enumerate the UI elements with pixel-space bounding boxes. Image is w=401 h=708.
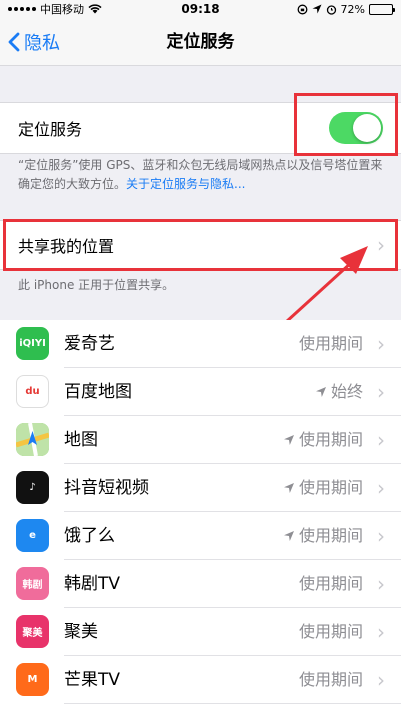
chevron-left-icon <box>8 32 20 52</box>
douyin-icon: ♪ <box>16 471 49 504</box>
app-location-permission: 使用期间 <box>299 608 363 656</box>
chevron-right-icon: › <box>377 380 385 404</box>
app-row[interactable]: 地图 使用期间 › <box>0 416 401 464</box>
app-location-permission: 始终 <box>315 368 363 416</box>
app-status-text: 使用期间 <box>298 574 363 593</box>
app-name: 百度地图 <box>64 382 132 402</box>
battery-icon <box>369 3 395 15</box>
app-row[interactable]: iQIYI 爱奇艺 使用期间 › <box>0 320 401 368</box>
back-button[interactable]: 隐私 <box>8 18 60 66</box>
page-title: 定位服务 <box>166 32 235 52</box>
app-row[interactable]: M 芒果TV 使用期间 › <box>0 656 401 704</box>
app-row[interactable]: e 饿了么 使用期间 › <box>0 512 401 560</box>
jumei-icon: 聚美 <box>16 615 49 648</box>
baidu-map-icon: du <box>16 375 49 408</box>
app-name: 爱奇艺 <box>64 334 115 354</box>
app-row[interactable]: ♪ 抖音短视频 使用期间 › <box>0 464 401 512</box>
back-button-label: 隐私 <box>24 33 60 54</box>
location-arrow-icon <box>283 531 294 541</box>
app-location-permission: 使用期间 <box>283 512 363 560</box>
chevron-right-icon: › <box>377 476 385 500</box>
share-location-footnote: 此 iPhone 正用于位置共享。 <box>18 278 175 292</box>
hanjutv-icon: 韩剧 <box>16 567 49 600</box>
app-status-text: 使用期间 <box>298 430 363 449</box>
location-arrow-icon <box>283 435 294 445</box>
app-status-text: 使用期间 <box>298 526 363 545</box>
app-row[interactable]: du 百度地图 始终 › <box>0 368 401 416</box>
location-services-label: 定位服务 <box>18 120 83 139</box>
maps-icon <box>16 423 49 456</box>
app-name: 地图 <box>64 430 98 450</box>
chevron-right-icon: › <box>377 572 385 596</box>
chevron-right-icon: › <box>377 668 385 692</box>
app-name: 饿了么 <box>64 526 115 546</box>
app-location-permission: 使用期间 <box>283 416 363 464</box>
battery-percentage: 72% <box>340 2 365 16</box>
app-name: 韩剧TV <box>64 574 121 594</box>
app-name: 抖音短视频 <box>64 478 149 498</box>
app-row[interactable]: 聚美 聚美 使用期间 › <box>0 608 401 656</box>
chevron-right-icon: › <box>377 620 385 644</box>
location-arrow-icon <box>312 4 322 14</box>
navigation-bar: 隐私 定位服务 <box>0 18 401 66</box>
rotation-lock-icon <box>297 4 307 14</box>
status-bar: 中国移动 09:18 72% <box>0 0 401 18</box>
carrier-name: 中国移动 <box>40 3 84 16</box>
signal-strength-icon <box>8 7 36 11</box>
app-name: 芒果TV <box>64 670 121 690</box>
row-separator <box>64 703 401 704</box>
app-status-text: 始终 <box>330 382 363 401</box>
location-arrow-icon <box>315 387 326 397</box>
chevron-right-icon: › <box>377 332 385 356</box>
app-location-permission: 使用期间 <box>299 560 363 608</box>
chevron-right-icon: › <box>377 524 385 548</box>
wifi-icon <box>88 4 102 14</box>
app-status-text: 使用期间 <box>298 334 363 353</box>
app-status-text: 使用期间 <box>298 670 363 689</box>
app-status-text: 使用期间 <box>298 622 363 641</box>
eleme-icon: e <box>16 519 49 552</box>
location-services-description: “定位服务”使用 GPS、蓝牙和众包无线局域网热点以及信号塔位置来确定您的大致方… <box>18 156 383 194</box>
alarm-icon <box>326 4 336 15</box>
chevron-right-icon: › <box>377 428 385 452</box>
toggle-highlight-box <box>294 93 398 156</box>
share-location-highlight-box <box>3 219 398 271</box>
mangotv-icon: M <box>16 663 49 696</box>
app-list: iQIYI 爱奇艺 使用期间 › du 百度地图 始终 › 地图 使用期间 › ♪ 抖音短视频 使用期间 ›… <box>0 320 401 708</box>
app-status-text: 使用期间 <box>298 478 363 497</box>
app-location-permission: 使用期间 <box>283 464 363 512</box>
privacy-link[interactable]: 关于定位服务与隐私... <box>126 177 245 191</box>
app-location-permission: 使用期间 <box>299 656 363 704</box>
app-name: 聚美 <box>64 622 98 642</box>
app-row[interactable]: 韩剧 韩剧TV 使用期间 › <box>0 560 401 608</box>
app-location-permission: 使用期间 <box>299 320 363 368</box>
location-arrow-icon <box>283 483 294 493</box>
iqiyi-icon: iQIYI <box>16 327 49 360</box>
